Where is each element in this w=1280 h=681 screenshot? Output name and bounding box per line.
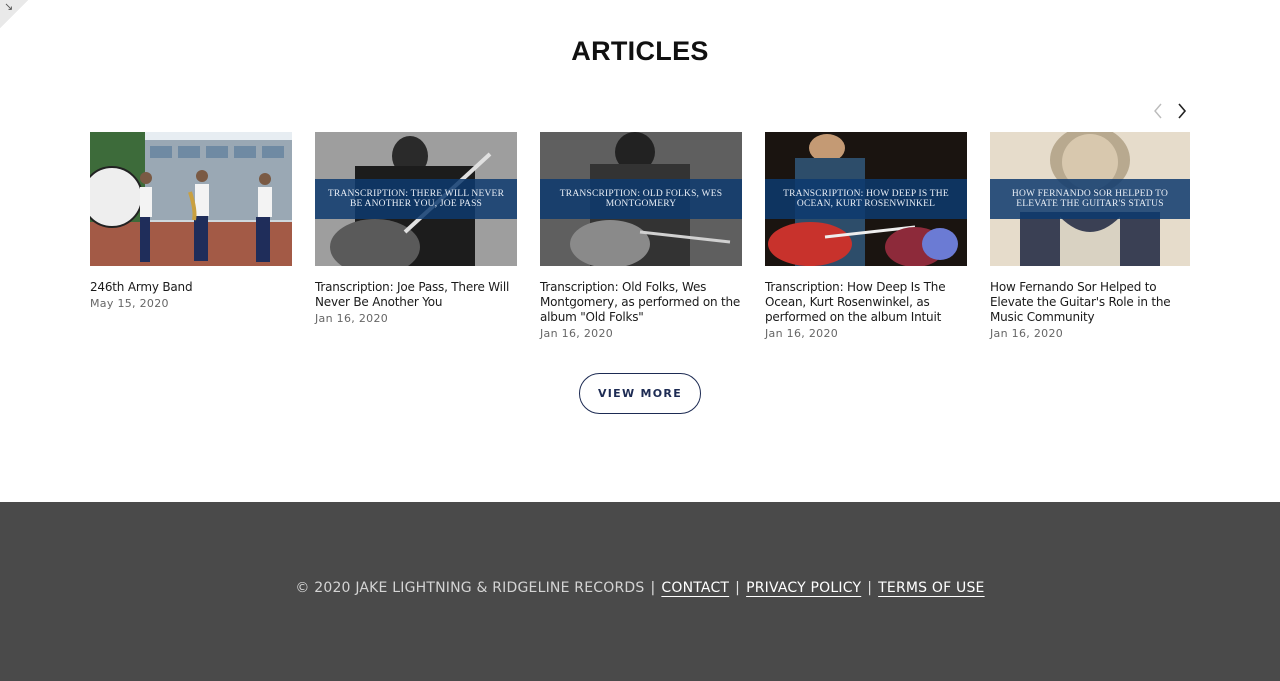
article-title[interactable]: 246th Army Band	[90, 280, 292, 295]
footer-separator: |	[867, 580, 873, 596]
footer-link-contact[interactable]: CONTACT	[661, 580, 729, 596]
article-banner: HOW FERNANDO SOR HELPED TO ELEVATE THE G…	[990, 179, 1190, 219]
footer-line: © 2020 JAKE LIGHTNING & RIDGELINE RECORD…	[0, 580, 1280, 596]
section-title: ARTICLES	[571, 36, 709, 66]
article-date: Jan 16, 2020	[540, 327, 614, 340]
chevron-right-icon[interactable]	[1172, 100, 1192, 122]
article-card[interactable]: HOW FERNANDO SOR HELPED TO ELEVATE THE G…	[990, 132, 1190, 340]
view-more-button[interactable]: VIEW MORE	[579, 373, 701, 414]
article-date: Jan 16, 2020	[315, 312, 389, 325]
article-card[interactable]: TRANSCRIPTION: HOW DEEP IS THE OCEAN, KU…	[765, 132, 967, 340]
article-date: Jan 16, 2020	[765, 327, 839, 340]
carousel-nav	[1148, 100, 1192, 122]
article-date: Jan 16, 2020	[990, 327, 1064, 340]
resize-arrow-icon: ↘	[4, 0, 14, 13]
article-title[interactable]: Transcription: Joe Pass, There Will Neve…	[315, 280, 517, 310]
article-banner: TRANSCRIPTION: OLD FOLKS, WES MONTGOMERY	[540, 179, 742, 219]
article-card[interactable]: TRANSCRIPTION: OLD FOLKS, WES MONTGOMERY…	[540, 132, 742, 340]
articles-carousel: 246th Army Band May 15, 2020 TRANSCRIPTI…	[90, 132, 1190, 347]
corner-fold[interactable]: ↘	[0, 0, 28, 28]
footer-separator: |	[735, 580, 741, 596]
footer-copyright: © 2020 JAKE LIGHTNING & RIDGELINE RECORD…	[295, 580, 645, 596]
footer-separator: |	[650, 580, 656, 596]
footer-link-terms[interactable]: TERMS OF USE	[878, 580, 984, 596]
article-image-kurt-rosenwinkel[interactable]: TRANSCRIPTION: HOW DEEP IS THE OCEAN, KU…	[765, 132, 967, 266]
article-banner: TRANSCRIPTION: THERE WILL NEVER BE ANOTH…	[315, 179, 517, 219]
article-image-army-band[interactable]	[90, 132, 292, 266]
article-title[interactable]: Transcription: Old Folks, Wes Montgomery…	[540, 280, 742, 325]
article-image-joe-pass[interactable]: TRANSCRIPTION: THERE WILL NEVER BE ANOTH…	[315, 132, 517, 266]
article-image-fernando-sor[interactable]: HOW FERNANDO SOR HELPED TO ELEVATE THE G…	[990, 132, 1190, 266]
article-image-wes-montgomery[interactable]: TRANSCRIPTION: OLD FOLKS, WES MONTGOMERY	[540, 132, 742, 266]
footer-link-privacy[interactable]: PRIVACY POLICY	[746, 580, 861, 596]
footer: © 2020 JAKE LIGHTNING & RIDGELINE RECORD…	[0, 502, 1280, 681]
article-date: May 15, 2020	[90, 297, 169, 310]
article-title[interactable]: Transcription: How Deep Is The Ocean, Ku…	[765, 280, 967, 325]
article-banner: TRANSCRIPTION: HOW DEEP IS THE OCEAN, KU…	[765, 179, 967, 219]
article-title[interactable]: How Fernando Sor Helped to Elevate the G…	[990, 280, 1190, 325]
article-card[interactable]: TRANSCRIPTION: THERE WILL NEVER BE ANOTH…	[315, 132, 517, 325]
chevron-left-icon[interactable]	[1148, 100, 1168, 122]
article-card[interactable]: 246th Army Band May 15, 2020	[90, 132, 292, 310]
